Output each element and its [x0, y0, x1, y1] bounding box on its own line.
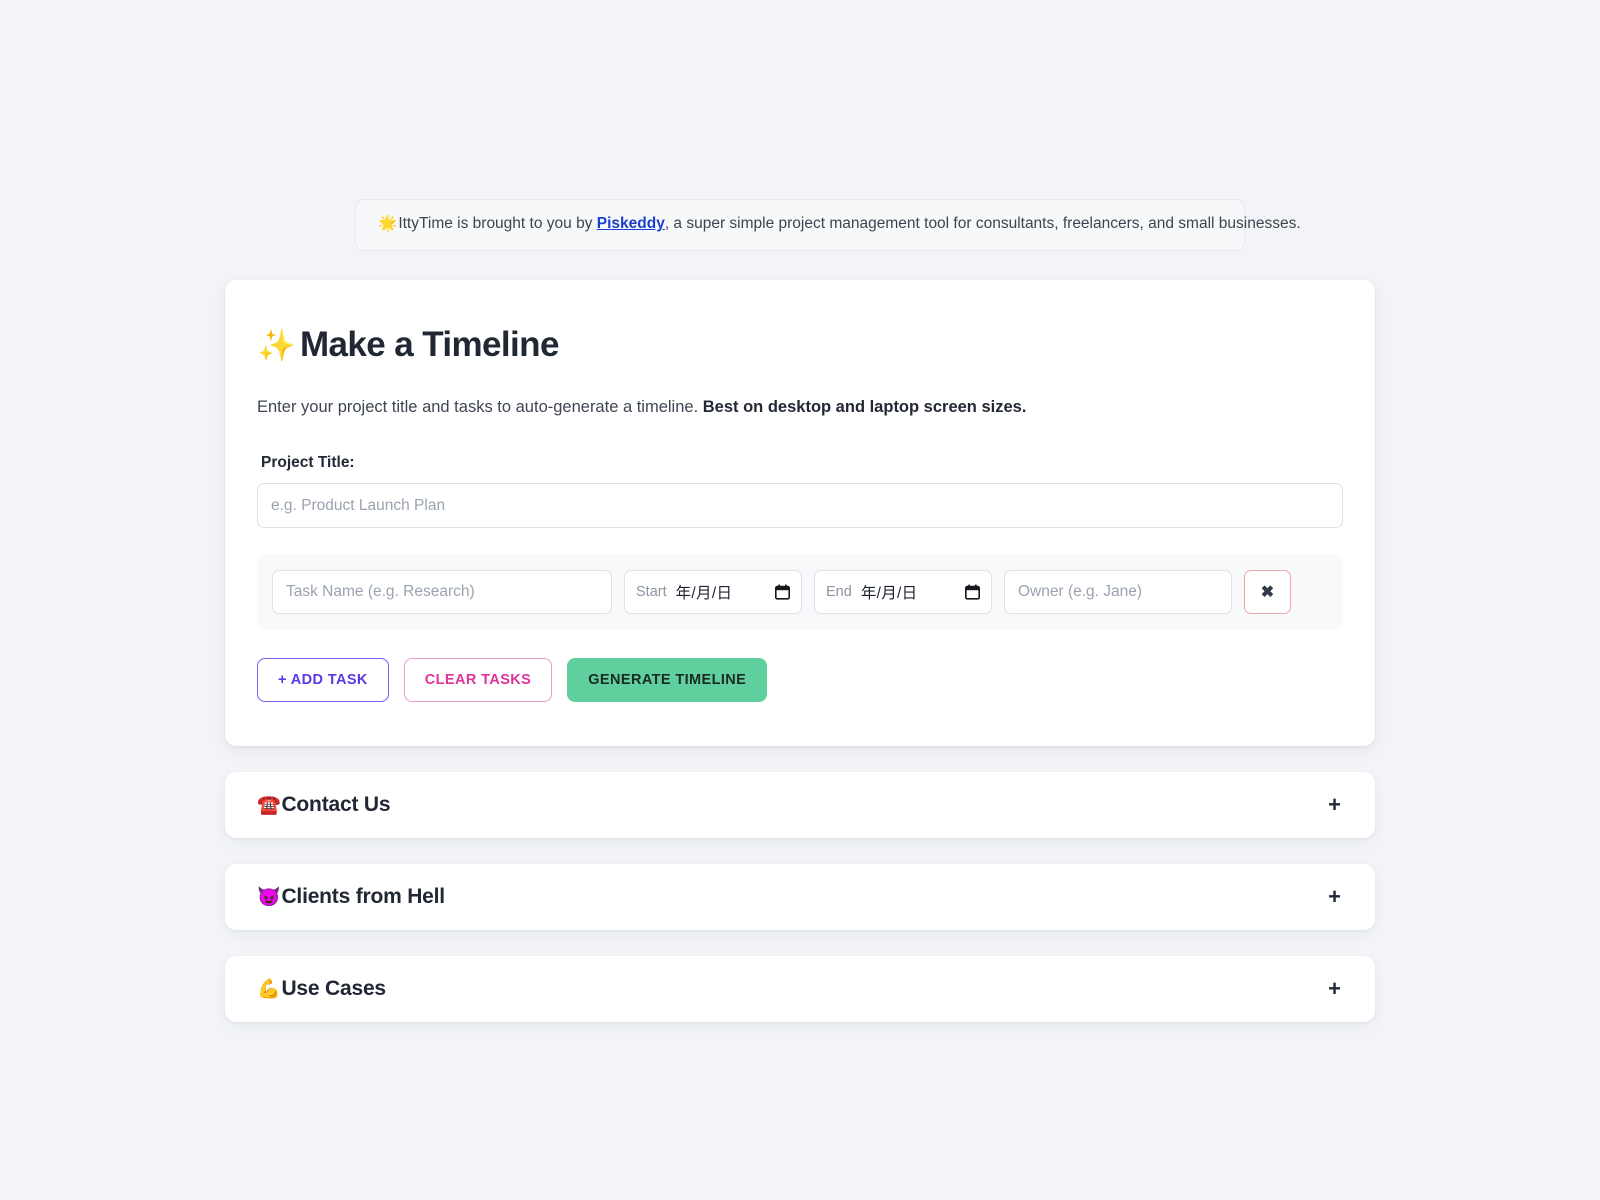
generate-timeline-button[interactable]: GENERATE TIMELINE	[567, 658, 768, 703]
plus-icon[interactable]: +	[1328, 794, 1341, 816]
star-icon: 🌟	[378, 215, 398, 232]
promo-banner: 🌟IttyTime is brought to you by Piskeddy,…	[355, 199, 1301, 251]
flexed-biceps-icon: 💪	[257, 979, 281, 1001]
task-name-input[interactable]	[272, 570, 612, 615]
clear-tasks-button[interactable]: CLEAR TASKS	[403, 658, 553, 703]
end-date-field[interactable]: End 年/月/日	[814, 570, 992, 615]
piskeddy-link[interactable]: Piskeddy	[597, 215, 665, 232]
owner-input[interactable]	[1004, 570, 1232, 615]
project-title-input[interactable]	[257, 483, 1343, 529]
page-title-text: Make a Timeline	[300, 324, 559, 364]
card-subtitle: Enter your project title and tasks to au…	[257, 396, 1343, 419]
accordion-label: Clients from Hell	[281, 885, 445, 909]
plus-icon[interactable]: +	[1328, 978, 1341, 1000]
calendar-icon[interactable]	[965, 584, 980, 600]
accordion-use-cases-title: 💪 Use Cases	[257, 977, 386, 1001]
remove-task-button[interactable]: ✖	[1244, 570, 1291, 615]
action-button-group: + ADD TASK CLEAR TASKS GENERATE TIMELINE	[257, 658, 1343, 703]
sparkles-icon: ✨	[257, 327, 296, 363]
promo-text-before: IttyTime is brought to you by	[398, 215, 597, 232]
start-date-field[interactable]: Start 年/月/日	[624, 570, 802, 615]
make-timeline-card: ✨ Make a Timeline Enter your project titl…	[225, 279, 1375, 747]
start-date-value: 年/月/日	[675, 585, 733, 603]
end-date-value: 年/月/日	[860, 585, 918, 603]
app-page: 🌟IttyTime is brought to you by Piskeddy,…	[0, 0, 1600, 1200]
page-title: ✨ Make a Timeline	[257, 325, 1343, 365]
accordion-label: Contact Us	[281, 793, 391, 817]
subtitle-normal: Enter your project title and tasks to au…	[257, 398, 703, 417]
promo-text-after: , a super simple project management tool…	[664, 215, 1301, 232]
accordion-contact-us[interactable]: ☎️ Contact Us +	[225, 772, 1375, 839]
subtitle-bold: Best on desktop and laptop screen sizes.	[702, 398, 1027, 417]
accordion-label: Use Cases	[281, 977, 386, 1001]
accordion-use-cases[interactable]: 💪 Use Cases +	[225, 956, 1375, 1023]
end-date-label: End	[826, 584, 852, 601]
add-task-button[interactable]: + ADD TASK	[257, 658, 389, 703]
accordion-contact-us-title: ☎️ Contact Us	[257, 793, 391, 817]
start-date-label: Start	[636, 584, 667, 601]
telephone-icon: ☎️	[257, 795, 281, 817]
accordion-clients-from-hell[interactable]: 😈 Clients from Hell +	[225, 864, 1375, 931]
project-title-label: Project Title:	[261, 454, 355, 472]
devil-icon: 😈	[257, 887, 281, 909]
accordion-clients-from-hell-title: 😈 Clients from Hell	[257, 885, 445, 909]
plus-icon[interactable]: +	[1328, 886, 1341, 908]
calendar-icon[interactable]	[775, 584, 790, 600]
task-row: Start 年/月/日 End 年/月/日	[257, 554, 1343, 631]
